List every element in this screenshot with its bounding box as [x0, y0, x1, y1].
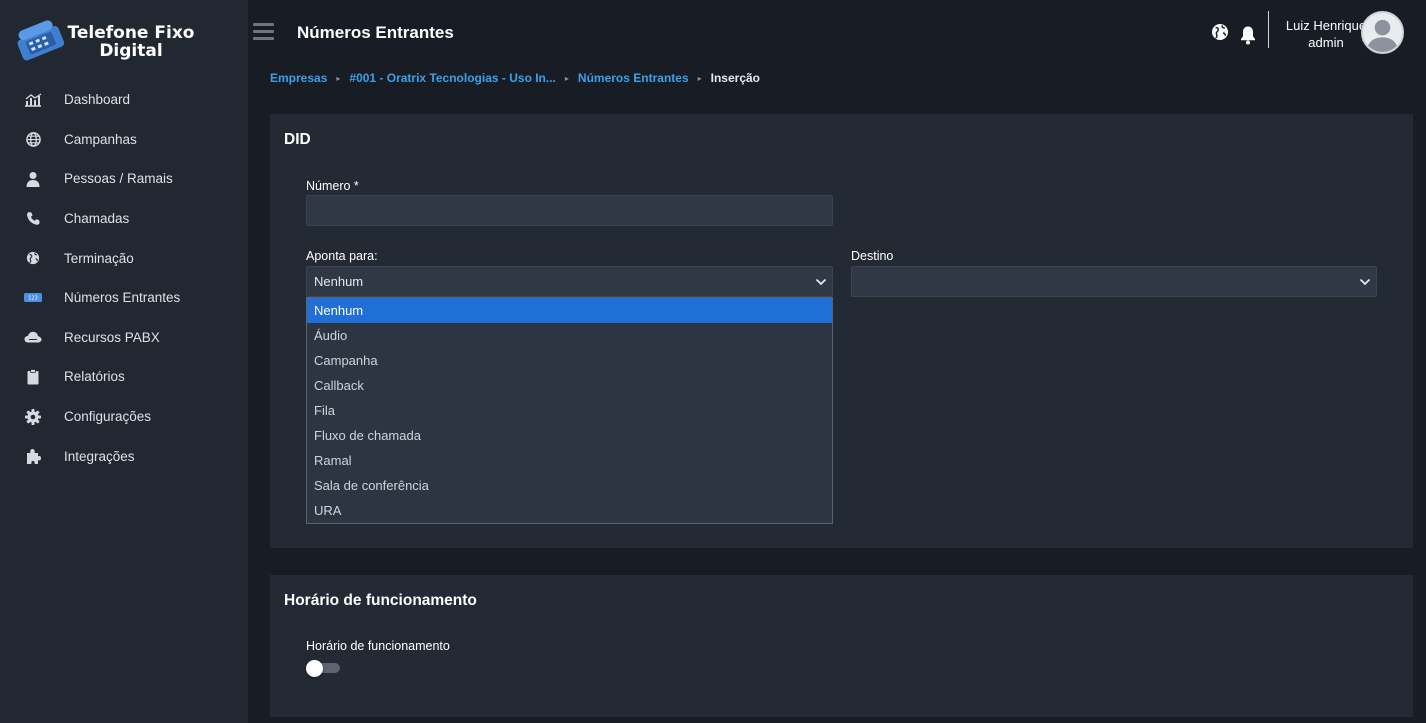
breadcrumb-separator-icon: ▸ [564, 73, 569, 83]
avatar[interactable] [1361, 11, 1404, 54]
option-sala-de-conferencia[interactable]: Sala de conferência [307, 473, 832, 498]
globe-pin-icon [24, 249, 42, 267]
sidebar-item-integracoes[interactable]: Integrações [0, 436, 248, 476]
option-callback[interactable]: Callback [307, 373, 832, 398]
cloud-icon [24, 328, 42, 346]
breadcrumb-separator-icon: ▸ [697, 73, 702, 83]
sidebar-item-label: Chamadas [64, 211, 130, 227]
toggle-knob [306, 660, 323, 677]
sidebar-item-label: Configurações [64, 409, 152, 425]
aponta-para-dropdown: Nenhum Áudio Campanha Callback Fila Flux… [306, 297, 833, 524]
hours-toggle[interactable] [306, 660, 340, 677]
phone-logo-icon [17, 20, 65, 61]
option-ramal[interactable]: Ramal [307, 448, 832, 473]
destino-select[interactable] [851, 266, 1377, 297]
did-card-title: DID [284, 131, 311, 148]
page-title: Números Entrantes [297, 23, 454, 42]
sidebar-item-campanhas[interactable]: Campanhas [0, 120, 248, 160]
phone-icon [24, 210, 42, 228]
user-icon [24, 170, 42, 188]
aponta-para-label: Aponta para: [306, 249, 378, 263]
menu-icon[interactable] [253, 23, 274, 41]
option-nenhum[interactable]: Nenhum [307, 298, 832, 323]
sidebar-item-relatorios[interactable]: Relatórios [0, 357, 248, 397]
svg-text:123: 123 [28, 296, 38, 302]
sidebar-item-label: Relatórios [64, 369, 125, 385]
chart-icon [24, 91, 42, 109]
language-globe-icon[interactable] [1211, 23, 1231, 43]
breadcrumb: Empresas ▸ #001 - Oratrix Tecnologias - … [270, 70, 760, 86]
breadcrumb-link-company[interactable]: #001 - Oratrix Tecnologias - Uso In... [349, 71, 556, 85]
sidebar-item-chamadas[interactable]: Chamadas [0, 199, 248, 239]
sidebar-item-label: Números Entrantes [64, 290, 181, 306]
sidebar-item-label: Integrações [64, 448, 135, 464]
destino-label: Destino [851, 249, 894, 263]
brand-name: Telefone Fixo Digital [67, 23, 195, 61]
brand[interactable]: Telefone Fixo Digital [12, 16, 242, 68]
option-campanha[interactable]: Campanha [307, 348, 832, 373]
aponta-para-select[interactable]: Nenhum [306, 266, 833, 297]
sidebar: Telefone Fixo Digital Dashboard Campanha… [0, 0, 248, 723]
chevron-down-icon [815, 278, 827, 285]
gear-icon [24, 408, 42, 426]
notification-bell-icon[interactable] [1240, 25, 1258, 47]
sidebar-item-numeros-entrantes[interactable]: 123 Números Entrantes [0, 278, 248, 318]
hours-card-title: Horário de funcionamento [284, 592, 477, 609]
sidebar-item-configuracoes[interactable]: Configurações [0, 397, 248, 437]
breadcrumb-link-numeros-entrantes[interactable]: Números Entrantes [578, 71, 689, 85]
header-divider [1268, 11, 1269, 48]
breadcrumb-current: Inserção [710, 71, 760, 85]
sidebar-nav: Dashboard Campanhas Pessoas / Ramais Cha… [0, 80, 248, 476]
breadcrumb-link-empresas[interactable]: Empresas [270, 71, 327, 85]
sidebar-item-label: Campanhas [64, 131, 137, 147]
topbar: Números Entrantes Luiz Henrique admin [248, 0, 1426, 65]
did-icon: 123 [24, 289, 42, 307]
option-audio[interactable]: Áudio [307, 323, 832, 348]
sidebar-item-label: Terminação [64, 250, 134, 266]
sidebar-item-terminacao[interactable]: Terminação [0, 238, 248, 278]
option-fluxo-de-chamada[interactable]: Fluxo de chamada [307, 423, 832, 448]
hours-toggle-label: Horário de funcionamento [306, 639, 450, 653]
sidebar-item-label: Pessoas / Ramais [64, 171, 173, 187]
sidebar-item-dashboard[interactable]: Dashboard [0, 80, 248, 120]
sidebar-item-pessoas-ramais[interactable]: Pessoas / Ramais [0, 159, 248, 199]
numero-input[interactable] [306, 195, 833, 226]
clipboard-icon [24, 368, 42, 386]
option-fila[interactable]: Fila [307, 398, 832, 423]
sidebar-item-label: Recursos PABX [64, 329, 160, 345]
option-ura[interactable]: URA [307, 498, 832, 523]
puzzle-icon [24, 447, 42, 465]
sidebar-item-recursos-pabx[interactable]: Recursos PABX [0, 318, 248, 358]
numero-label: Número * [306, 179, 359, 193]
chevron-down-icon [1359, 278, 1371, 285]
globe-icon [24, 130, 42, 148]
breadcrumb-separator-icon: ▸ [336, 73, 341, 83]
aponta-para-value: Nenhum [314, 274, 364, 289]
sidebar-item-label: Dashboard [64, 92, 131, 108]
